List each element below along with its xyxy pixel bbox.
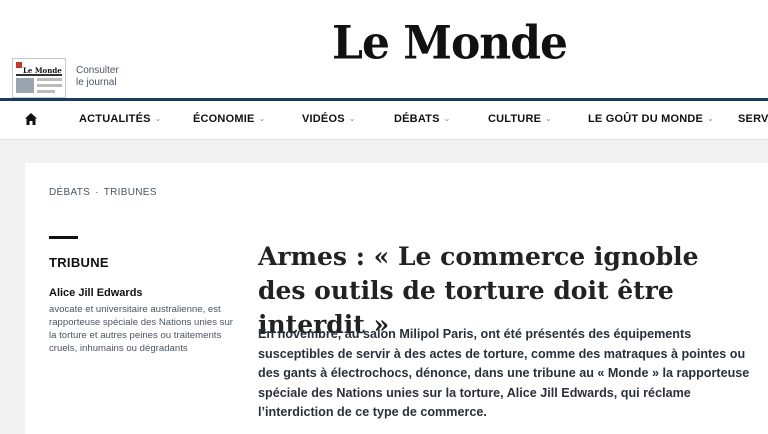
journal-text-line — [37, 78, 62, 81]
site-header: Le Monde Consulter le journal Le Monde — [0, 0, 768, 98]
journal-photo — [16, 78, 34, 93]
breadcrumb-separator: · — [95, 187, 99, 198]
nav-item-label: ÉCONOMIE — [193, 113, 255, 125]
consult-line-1: Consulter — [76, 65, 119, 76]
consult-line-2: le journal — [76, 77, 117, 88]
nav-item-debats[interactable]: DÉBATS ⌄ — [394, 113, 451, 125]
breadcrumb-item-debats[interactable]: DÉBATS — [49, 187, 90, 198]
consult-journal-link[interactable]: Consulter le journal — [76, 65, 119, 89]
nav-item-label: DÉBATS — [394, 113, 440, 125]
breadcrumb: DÉBATS · TRIBUNES — [49, 187, 157, 198]
nav-item-services[interactable]: SERVIC — [738, 113, 768, 125]
site-logo[interactable]: Le Monde — [332, 13, 568, 76]
journal-rule — [16, 74, 62, 76]
nav-item-videos[interactable]: VIDÉOS ⌄ — [302, 113, 356, 125]
home-icon[interactable] — [24, 112, 38, 126]
nav-item-label: LE GOÛT DU MONDE — [588, 113, 704, 125]
article-lead: En novembre, au salon Milipol Paris, ont… — [258, 327, 750, 419]
nav-item-label: ACTUALITÉS — [79, 113, 151, 125]
journal-badge — [16, 62, 22, 68]
chevron-down-icon: ⌄ — [707, 114, 714, 123]
nav-item-actualites[interactable]: ACTUALITÉS ⌄ — [79, 113, 162, 125]
journal-text-line — [37, 84, 62, 87]
nav-item-gout-du-monde[interactable]: LE GOÛT DU MONDE ⌄ — [588, 113, 714, 125]
nav-item-label: SERVIC — [738, 113, 768, 125]
chevron-down-icon: ⌄ — [154, 114, 162, 123]
author-name: Alice Jill Edwards — [49, 287, 143, 299]
chevron-down-icon: ⌄ — [348, 114, 356, 123]
chevron-down-icon: ⌄ — [258, 114, 266, 123]
chevron-down-icon: ⌄ — [545, 114, 553, 123]
article-kicker: TRIBUNE — [49, 255, 109, 270]
chevron-down-icon: ⌄ — [443, 114, 451, 123]
nav-item-culture[interactable]: CULTURE ⌄ — [488, 113, 552, 125]
journal-thumbnail[interactable]: Le Monde — [12, 58, 66, 98]
nav-item-label: VIDÉOS — [302, 113, 345, 125]
nav-item-label: CULTURE — [488, 113, 542, 125]
breadcrumb-item-tribunes[interactable]: TRIBUNES — [104, 187, 157, 198]
author-description: avocate et universitaire australienne, e… — [49, 304, 233, 354]
kicker-rule — [49, 236, 78, 239]
main-nav: ACTUALITÉS ⌄ ÉCONOMIE ⌄ VIDÉOS ⌄ DÉBATS ⌄ CU… — [0, 101, 768, 140]
nav-item-economie[interactable]: ÉCONOMIE ⌄ — [193, 113, 265, 125]
journal-text-line — [37, 90, 55, 93]
